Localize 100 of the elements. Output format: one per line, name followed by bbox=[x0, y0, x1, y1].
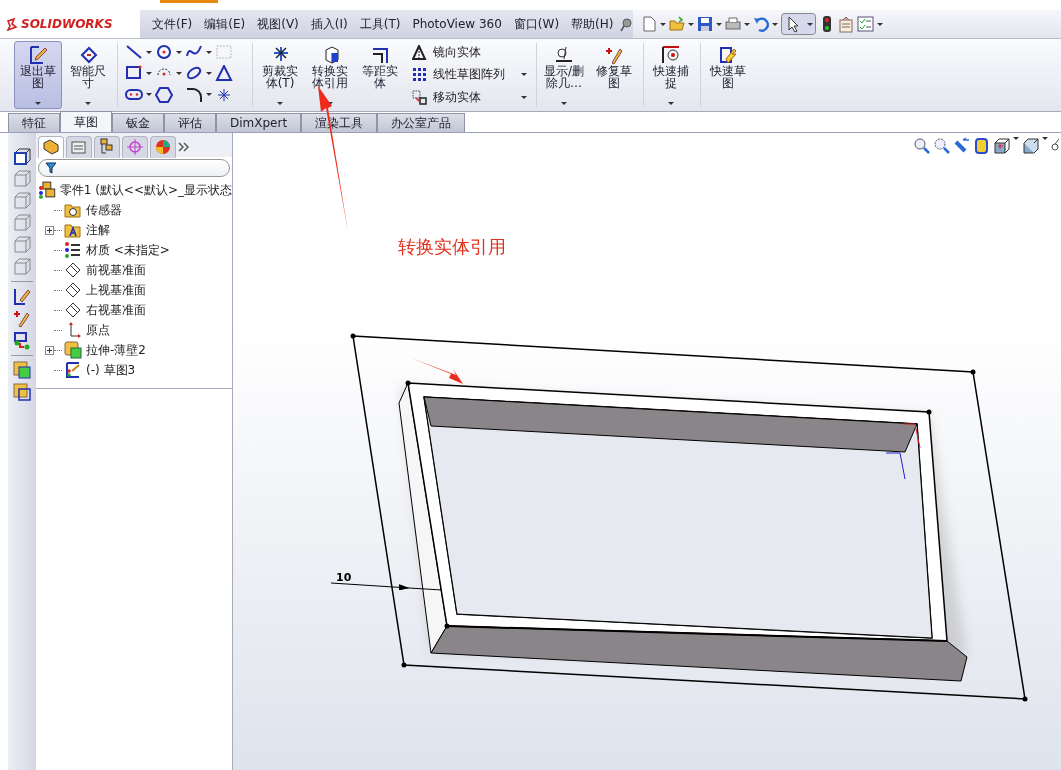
tree-item-label[interactable]: 前视基准面 bbox=[86, 261, 146, 279]
caret-icon[interactable] bbox=[688, 22, 695, 26]
move-icon bbox=[412, 90, 427, 106]
caret-icon[interactable] bbox=[146, 51, 152, 54]
quick-snaps-button[interactable]: 快速捕捉 bbox=[647, 41, 695, 109]
menu-item[interactable]: 窗口(W) bbox=[507, 15, 566, 33]
menu-item[interactable]: 帮助(H) bbox=[565, 15, 620, 33]
tree-item-label[interactable]: 注解 bbox=[86, 221, 110, 239]
extrude-feature-icon bbox=[64, 341, 82, 359]
panel-tab[interactable] bbox=[38, 135, 64, 158]
logo-text: SOLIDWORKS bbox=[21, 17, 113, 31]
caret-icon[interactable] bbox=[35, 102, 41, 105]
section-view-icon[interactable] bbox=[973, 137, 990, 154]
menu-item[interactable]: 文件(F) bbox=[146, 15, 199, 33]
repair-sketch-button[interactable]: 修复草图 bbox=[590, 41, 638, 109]
tree-item-label[interactable]: 零件1 (默认<<默认>_显示状态 bbox=[59, 181, 232, 199]
tree-item-label[interactable]: 拉伸-薄壁2 bbox=[86, 341, 146, 359]
tree-item-label[interactable]: 材质 <未指定> bbox=[86, 241, 170, 259]
pin-icon[interactable] bbox=[619, 16, 634, 32]
command-tab[interactable]: 草图 bbox=[60, 111, 112, 132]
view-cube-icon[interactable] bbox=[12, 147, 32, 166]
trim-entities-button[interactable]: 剪裁实体(T) bbox=[256, 41, 304, 109]
checklist-icon[interactable] bbox=[857, 16, 875, 32]
panel-tab[interactable] bbox=[122, 135, 148, 158]
undo-icon[interactable] bbox=[753, 16, 770, 32]
save-icon[interactable] bbox=[697, 16, 714, 32]
dimension-line[interactable] bbox=[330, 582, 443, 591]
feature-box-icon[interactable] bbox=[12, 361, 32, 380]
ribbon-list-item[interactable]: 线性草图阵列 bbox=[412, 66, 527, 84]
caret-icon[interactable] bbox=[877, 22, 884, 26]
feature-box-icon[interactable] bbox=[12, 383, 32, 402]
filter-field[interactable] bbox=[38, 159, 230, 177]
zoom-area-icon[interactable] bbox=[933, 137, 950, 154]
command-tab[interactable]: 评估 bbox=[164, 113, 216, 132]
caret-icon[interactable] bbox=[206, 72, 212, 75]
zoom-fit-icon[interactable] bbox=[913, 137, 930, 154]
polygon-icon[interactable] bbox=[155, 86, 173, 103]
tree-item-label[interactable]: (-) 草图3 bbox=[86, 361, 136, 379]
ellipse-icon[interactable] bbox=[185, 65, 203, 82]
caret-icon[interactable] bbox=[772, 22, 779, 26]
point-icon[interactable] bbox=[215, 86, 233, 103]
caret-icon[interactable] bbox=[206, 51, 212, 54]
select-cursor-icon[interactable] bbox=[781, 13, 817, 35]
tree-item-label[interactable]: 上视基准面 bbox=[86, 281, 146, 299]
caret-icon[interactable] bbox=[176, 72, 182, 75]
caret-icon[interactable] bbox=[561, 102, 567, 105]
clipboard-icon[interactable] bbox=[838, 15, 855, 33]
caret-icon[interactable] bbox=[146, 93, 152, 96]
caret-icon[interactable] bbox=[176, 51, 182, 54]
display-style-icon[interactable] bbox=[1022, 137, 1039, 154]
menu-item[interactable]: 工具(T) bbox=[353, 15, 407, 33]
caret-icon[interactable] bbox=[668, 102, 674, 105]
caret-icon[interactable] bbox=[744, 22, 751, 26]
caret-icon[interactable] bbox=[1042, 137, 1048, 140]
menu-item[interactable]: 视图(V) bbox=[251, 15, 305, 33]
tree-item-label[interactable]: 右视基准面 bbox=[86, 301, 146, 319]
fillet-icon[interactable] bbox=[185, 86, 203, 103]
view-orientation-icon[interactable] bbox=[993, 137, 1010, 154]
caret-icon[interactable] bbox=[660, 22, 667, 26]
expand-toggle-icon[interactable] bbox=[45, 345, 54, 355]
slot-icon[interactable] bbox=[125, 86, 143, 103]
caret-icon[interactable] bbox=[716, 22, 723, 26]
display-delete-relations-button[interactable]: 显示/删除几… bbox=[540, 41, 588, 109]
circle-icon[interactable] bbox=[155, 44, 173, 61]
menu-item[interactable]: 编辑(E) bbox=[198, 15, 252, 33]
caret-icon[interactable] bbox=[1013, 137, 1019, 140]
double-chevron-icon[interactable] bbox=[178, 140, 189, 153]
rapid-sketch-button[interactable]: 快速草图 bbox=[704, 41, 752, 109]
expand-toggle-icon[interactable] bbox=[45, 225, 54, 235]
parts-icon bbox=[42, 138, 60, 156]
caret-icon[interactable] bbox=[146, 72, 152, 75]
tree-item-label[interactable]: 原点 bbox=[86, 321, 110, 339]
dimension-value[interactable]: 10 bbox=[336, 571, 352, 584]
menu-item[interactable]: 插入(I) bbox=[304, 15, 354, 33]
command-tab[interactable]: 钣金 bbox=[112, 113, 164, 132]
snap-target-icon bbox=[661, 45, 681, 65]
exit-sketch-button[interactable]: 退出草图 bbox=[14, 41, 62, 109]
line-icon[interactable] bbox=[125, 44, 143, 61]
caret-icon[interactable] bbox=[85, 102, 91, 105]
previous-view-icon[interactable] bbox=[953, 137, 970, 154]
menu-item[interactable]: PhotoView 360 bbox=[406, 17, 508, 31]
relation-nodes-icon[interactable] bbox=[12, 331, 32, 350]
smart-dimension-button[interactable]: 智能尺寸 bbox=[64, 41, 112, 109]
tree-item-label[interactable]: 传感器 bbox=[86, 201, 122, 219]
pencil-plus-icon[interactable] bbox=[12, 309, 32, 328]
plane-icon bbox=[64, 281, 82, 299]
panel-tab[interactable] bbox=[150, 135, 176, 158]
ribbon-list-item[interactable]: 镜向实体 bbox=[412, 43, 527, 61]
command-tab[interactable]: DimXpert bbox=[216, 113, 302, 132]
command-tab[interactable]: 办公室产品 bbox=[377, 113, 466, 132]
config-tree-icon bbox=[98, 138, 116, 156]
command-tab[interactable]: 特征 bbox=[8, 113, 60, 132]
caret-icon[interactable] bbox=[206, 93, 212, 96]
ribbon-list-item[interactable]: 移动实体 bbox=[412, 89, 527, 107]
offset-entities-button[interactable]: 等距实体 bbox=[356, 41, 404, 109]
sketch-pencil-icon[interactable] bbox=[12, 287, 32, 306]
caret-icon[interactable] bbox=[277, 102, 283, 105]
rectangle-icon[interactable] bbox=[125, 65, 143, 82]
dimension-icon bbox=[78, 45, 98, 65]
panel-tab[interactable] bbox=[94, 135, 120, 158]
